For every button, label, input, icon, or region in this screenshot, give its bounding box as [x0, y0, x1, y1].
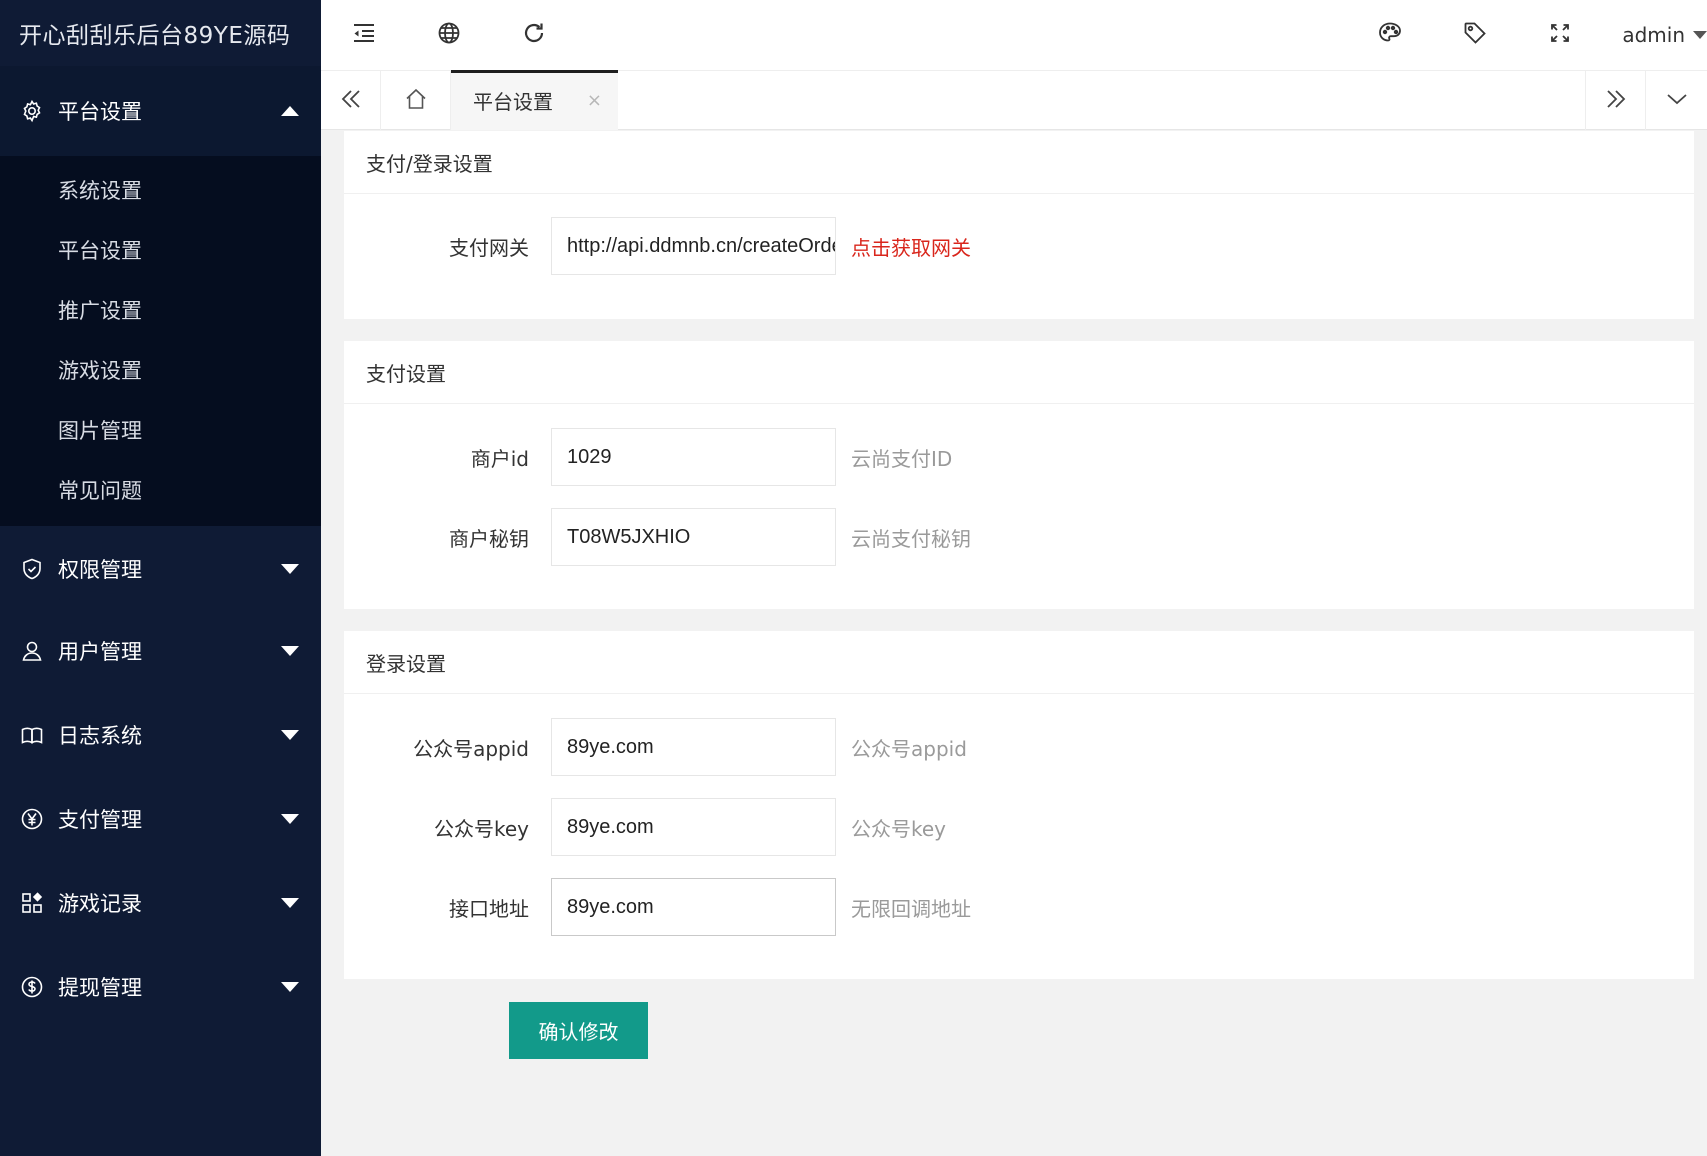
- gear-icon: [20, 99, 44, 123]
- caret-down-icon: [281, 982, 299, 992]
- caret-down-icon: [281, 730, 299, 740]
- caret-down-icon: [281, 564, 299, 574]
- fullscreen-icon: [1547, 20, 1573, 50]
- field-hint: 公众号appid: [851, 736, 967, 761]
- card-title: 支付设置: [344, 341, 1694, 404]
- dollar-icon: [20, 975, 44, 999]
- confirm-submit-button[interactable]: 确认修改: [509, 1002, 648, 1059]
- tab-home[interactable]: [381, 71, 451, 130]
- globe-icon: [436, 20, 462, 50]
- caret-down-icon: [281, 898, 299, 908]
- app-key-input[interactable]: 89ye.com: [551, 798, 836, 856]
- field-label: 商户id: [470, 446, 529, 471]
- website-button[interactable]: [406, 0, 491, 70]
- gateway-input[interactable]: http://api.ddmnb.cn/createOrder: [551, 217, 836, 275]
- refresh-icon: [521, 20, 547, 50]
- double-chevron-left-icon: [339, 87, 363, 115]
- form-row-gateway: 支付网关 http://api.ddmnb.cn/createOrder 点击获…: [344, 217, 971, 275]
- form-row-app-key: 公众号key 89ye.com 公众号key: [344, 798, 946, 856]
- sidebar-submenu: 系统设置 平台设置 推广设置 游戏设置 图片管理 常见问题: [0, 156, 321, 526]
- menu-collapse-icon: [351, 20, 377, 50]
- tabs-bar: 平台设置 ×: [321, 70, 1707, 130]
- field-label: 支付网关: [449, 235, 529, 260]
- sidebar-group-label: 用户管理: [58, 640, 142, 664]
- apps-icon: [20, 891, 44, 915]
- tab-label: 平台设置: [473, 90, 553, 114]
- user-menu[interactable]: admin: [1602, 0, 1707, 70]
- form-row-api-url: 接口地址 89ye.com 无限回调地址: [344, 878, 971, 936]
- theme-button[interactable]: [1347, 0, 1432, 70]
- top-bar: admin: [321, 0, 1707, 70]
- user-icon: [20, 639, 44, 663]
- caret-down-icon: [281, 814, 299, 824]
- double-chevron-right-icon: [1604, 87, 1628, 115]
- field-hint: 云尚支付ID: [851, 446, 953, 471]
- gateway-card: 支付/登录设置 支付网关 http://api.ddmnb.cn/createO…: [344, 131, 1694, 319]
- tag-icon: [1462, 20, 1488, 50]
- sidebar-item-platform-settings[interactable]: 平台设置: [0, 220, 321, 280]
- menu-collapse-button[interactable]: [321, 0, 406, 70]
- sidebar-group-payments[interactable]: 支付管理: [0, 777, 321, 861]
- field-label: 公众号appid: [413, 736, 529, 761]
- sidebar-item-system-settings[interactable]: 系统设置: [0, 160, 321, 220]
- sidebar-group-label: 提现管理: [58, 976, 142, 1000]
- payment-settings-card: 支付设置 商户id 1029 云尚支付ID 商户秘钥 T08W5JXHIO 云尚…: [344, 341, 1694, 609]
- merchant-id-input[interactable]: 1029: [551, 428, 836, 486]
- form-row-merchant-secret: 商户秘钥 T08W5JXHIO 云尚支付秘钥: [344, 508, 971, 566]
- sidebar-item-game-settings[interactable]: 游戏设置: [0, 340, 321, 400]
- sidebar: 开心刮刮乐后台89YE源码 平台设置 系统设置 平台设置 推广设置 游戏设置 图…: [0, 0, 321, 1156]
- field-hint: 公众号key: [851, 816, 947, 841]
- palette-icon: [1377, 20, 1403, 50]
- sidebar-group-users[interactable]: 用户管理: [0, 609, 321, 693]
- sidebar-item-faq[interactable]: 常见问题: [0, 460, 321, 520]
- field-hint: 无限回调地址: [851, 896, 971, 921]
- sidebar-group-withdrawals[interactable]: 提现管理: [0, 945, 321, 1029]
- card-title: 支付/登录设置: [344, 131, 1694, 194]
- form-row-merchant-id: 商户id 1029 云尚支付ID: [344, 428, 952, 486]
- sidebar-item-image-management[interactable]: 图片管理: [0, 400, 321, 460]
- yen-icon: [20, 807, 44, 831]
- caret-down-icon: [281, 646, 299, 656]
- caret-up-icon: [281, 106, 299, 116]
- sidebar-group-logs[interactable]: 日志系统: [0, 693, 321, 777]
- close-icon[interactable]: ×: [587, 90, 602, 111]
- tabs-menu-button[interactable]: [1645, 71, 1707, 130]
- sidebar-group-label: 支付管理: [58, 808, 142, 832]
- fullscreen-button[interactable]: [1517, 0, 1602, 70]
- app-root: 开心刮刮乐后台89YE源码 平台设置 系统设置 平台设置 推广设置 游戏设置 图…: [0, 0, 1707, 1156]
- tabs-scroll-right-button[interactable]: [1585, 71, 1645, 130]
- username: admin: [1622, 23, 1685, 47]
- sidebar-item-promotion-settings[interactable]: 推广设置: [0, 280, 321, 340]
- tab-platform-settings[interactable]: 平台设置 ×: [451, 70, 618, 130]
- appid-input[interactable]: 89ye.com: [551, 718, 836, 776]
- sidebar-group-label: 权限管理: [58, 558, 142, 582]
- book-icon: [20, 723, 44, 747]
- field-label: 商户秘钥: [449, 526, 529, 551]
- main-content: 支付/登录设置 支付网关 http://api.ddmnb.cn/createO…: [321, 131, 1707, 1156]
- api-url-input[interactable]: 89ye.com: [551, 878, 836, 936]
- field-hint: 云尚支付秘钥: [851, 526, 971, 551]
- app-logo-title: 开心刮刮乐后台89YE源码: [19, 23, 291, 49]
- field-label: 接口地址: [449, 896, 529, 921]
- tabs-scroll-left-button[interactable]: [321, 71, 381, 130]
- caret-down-icon: [1693, 31, 1707, 39]
- home-icon: [404, 87, 428, 115]
- tag-button[interactable]: [1432, 0, 1517, 70]
- shield-check-icon: [20, 557, 44, 581]
- form-row-appid: 公众号appid 89ye.com 公众号appid: [344, 718, 967, 776]
- sidebar-group-platform-settings[interactable]: 平台设置: [0, 66, 321, 156]
- card-title: 登录设置: [344, 631, 1694, 694]
- merchant-secret-input[interactable]: T08W5JXHIO: [551, 508, 836, 566]
- sidebar-group-label: 日志系统: [58, 724, 142, 748]
- get-gateway-link[interactable]: 点击获取网关: [851, 232, 971, 261]
- sidebar-group-label: 平台设置: [58, 100, 142, 124]
- sidebar-group-permissions[interactable]: 权限管理: [0, 529, 321, 609]
- refresh-button[interactable]: [491, 0, 576, 70]
- sidebar-group-game-records[interactable]: 游戏记录: [0, 861, 321, 945]
- chevron-down-icon: [1665, 87, 1689, 115]
- sidebar-group-label: 游戏记录: [58, 892, 142, 916]
- field-label: 公众号key: [433, 816, 529, 841]
- login-settings-card: 登录设置 公众号appid 89ye.com 公众号appid 公众号key 8…: [344, 631, 1694, 979]
